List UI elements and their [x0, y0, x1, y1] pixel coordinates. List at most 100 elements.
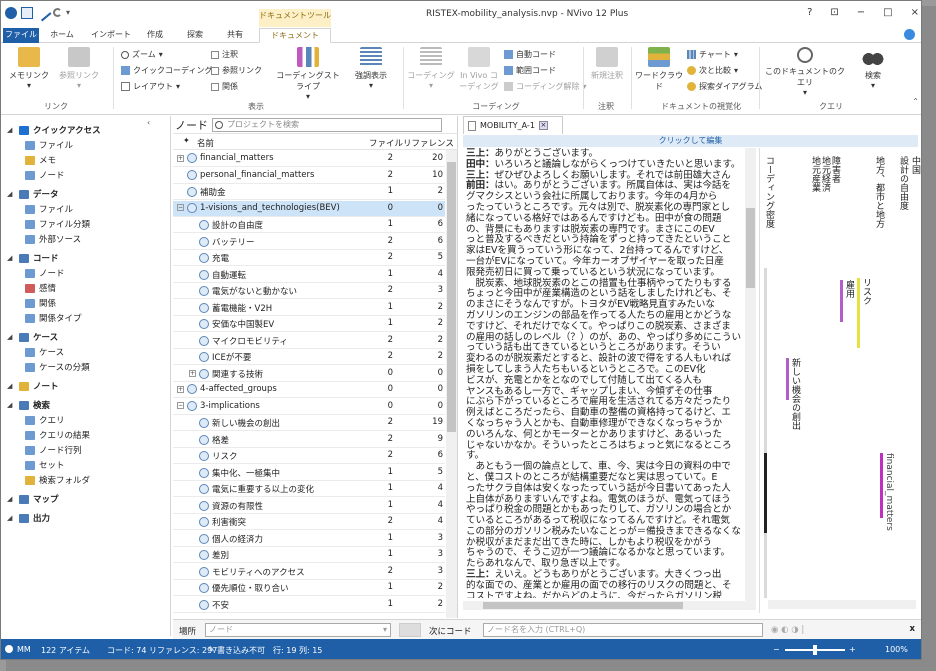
minimize-button[interactable]: −	[857, 7, 865, 18]
collapse-icon[interactable]: −	[177, 402, 184, 409]
nav-item-1[interactable]: ファイル	[25, 139, 73, 151]
nav-item-8[interactable]: ◢ コード	[7, 252, 59, 264]
explore-diagram-button[interactable]: 探索ダイアグラム	[687, 81, 762, 92]
layout-button[interactable]: レイアウト ▾	[121, 81, 180, 92]
nav-item-15[interactable]: ケースの分類	[25, 361, 90, 373]
expand-arrow-icon[interactable]: ◢	[7, 382, 15, 390]
table-row[interactable]: + 関連する技術 0 0	[173, 366, 445, 382]
ribbon-display-button[interactable]: ⊡	[830, 7, 838, 18]
table-row[interactable]: 設計の自由度 1 6	[173, 217, 445, 233]
stripe-label-design-freedom[interactable]: 設計の自由度	[898, 156, 908, 210]
table-row[interactable]: 新しい機会の創出 2 19	[173, 415, 445, 431]
employment-stripe[interactable]	[840, 280, 843, 322]
nav-item-5[interactable]: ファイル	[25, 203, 73, 215]
stripe-label-local-economy[interactable]: 地元経済	[820, 156, 830, 192]
expand-arrow-icon[interactable]: ◢	[7, 126, 15, 134]
stripe-label-density[interactable]: コーディング密度	[764, 156, 774, 228]
financial-stripe[interactable]	[880, 453, 883, 518]
tab-share[interactable]: 共有	[221, 28, 249, 43]
stripe-label-employment[interactable]: 雇用	[844, 280, 854, 298]
table-row[interactable]: 個人の経済力 1 3	[173, 531, 445, 547]
table-row[interactable]: リスク 2 6	[173, 448, 445, 464]
table-row[interactable]: − 3-implications 0 0	[173, 399, 445, 415]
nav-item-18[interactable]: クエリ	[25, 414, 65, 426]
table-row[interactable]: 不安 1 2	[173, 597, 445, 613]
nav-item-10[interactable]: 感情	[25, 282, 56, 294]
expand-arrow-icon[interactable]: ◢	[7, 401, 15, 409]
table-row[interactable]: 電気に重要する以上の変化 1 4	[173, 481, 445, 497]
tab-home[interactable]: ホーム	[47, 28, 77, 43]
highlight-button[interactable]: 強調表示 ▾	[346, 47, 396, 90]
auto-code-button[interactable]: 自動コード	[504, 49, 556, 60]
relation-checkbox[interactable]: 関係	[211, 81, 238, 92]
table-row[interactable]: 自動運転 1 4	[173, 267, 445, 283]
click-to-edit-bar[interactable]: クリックして編集	[463, 135, 918, 147]
stripe-label-risk[interactable]: リスク	[861, 278, 871, 305]
find-close-button[interactable]: x	[910, 624, 915, 634]
nav-item-9[interactable]: ノード	[25, 267, 65, 279]
table-row[interactable]: モビリティへのアクセス 2 3	[173, 564, 445, 580]
code-button[interactable]: コーディング ▾	[407, 47, 455, 90]
document-hscroll-thumb[interactable]	[483, 602, 683, 609]
nav-item-17[interactable]: ◢ 検索	[7, 399, 50, 411]
expand-icon[interactable]: +	[189, 370, 196, 377]
annotation-checkbox[interactable]: 注釈	[211, 49, 238, 60]
table-row[interactable]: personal_financial_matters 2 10	[173, 168, 445, 184]
expand-arrow-icon[interactable]: ◢	[7, 190, 15, 198]
pin-icon[interactable]: ‹	[147, 118, 150, 127]
expand-arrow-icon[interactable]: ◢	[7, 333, 15, 341]
table-row[interactable]: 集中化、一極集中 1 5	[173, 465, 445, 481]
document-tab[interactable]: MOBILITY_A-1 ×	[463, 116, 563, 134]
nav-item-3[interactable]: ノード	[25, 169, 65, 181]
range-code-button[interactable]: 範囲コード	[504, 65, 556, 76]
document-scroll-thumb[interactable]	[746, 208, 755, 288]
nav-item-2[interactable]: メモ	[25, 154, 56, 166]
table-row[interactable]: バッテリー 2 6	[173, 234, 445, 250]
find-search-icon[interactable]	[399, 623, 421, 637]
project-search-input[interactable]: プロジェクトを検索	[212, 117, 442, 132]
nav-item-16[interactable]: ◢ ノート	[7, 380, 59, 392]
memo-link-button[interactable]: メモリンク ▾	[9, 47, 49, 90]
coding-stripes-button[interactable]: コーディングストライプ ▾	[273, 47, 343, 101]
nav-item-13[interactable]: ◢ ケース	[7, 331, 58, 343]
table-row[interactable]: 利害衝突 2 4	[173, 514, 445, 530]
new-annotation-button[interactable]: 新規注釈	[587, 47, 627, 81]
risk-stripe[interactable]	[857, 278, 860, 348]
table-row[interactable]: 差別 1 3	[173, 547, 445, 563]
column-name-header[interactable]: 名前	[197, 137, 214, 149]
nav-item-0[interactable]: ◢ クイックアクセス	[7, 124, 101, 136]
table-row[interactable]: 蓄電機能・V2H 1 2	[173, 300, 445, 316]
column-files-header[interactable]: ファイル	[369, 137, 403, 149]
invivo-button[interactable]: In Vivo コーディング	[459, 47, 499, 92]
query-this-document-button[interactable]: このドキュメントのクエリ ▾	[763, 47, 847, 97]
table-row[interactable]: ICEが不要 2 2	[173, 349, 445, 365]
column-refs-header[interactable]: リファレンス	[403, 137, 454, 149]
customize-qa-icon[interactable]: ▾	[66, 7, 74, 19]
nav-item-4[interactable]: ◢ データ	[7, 188, 59, 200]
document-text[interactable]: 三上：ありがとうございます。 田中：いろいろと議論しながらくっつけていきたいと思い…	[463, 148, 756, 598]
table-row[interactable]: 優先順位・取り合い 1 2	[173, 580, 445, 596]
table-row[interactable]: + financial_matters 2 20	[173, 151, 445, 167]
nav-item-22[interactable]: 検索フォルダ	[25, 474, 90, 486]
nav-item-20[interactable]: ノード行列	[25, 444, 82, 456]
nav-item-6[interactable]: ファイル分類	[25, 218, 90, 230]
help-button[interactable]: ?	[807, 7, 812, 18]
save-icon[interactable]	[21, 7, 33, 19]
zoom-button[interactable]: ズーム ▾	[121, 49, 163, 60]
nav-item-12[interactable]: 関係タイプ	[25, 312, 82, 324]
search-button[interactable]: 検索 ▾	[853, 47, 893, 90]
stripe-label-disabled[interactable]: 障害者	[830, 156, 840, 183]
find-nav-icons[interactable]: ◉ ◐ ◑ |	[771, 625, 804, 635]
tab-explore[interactable]: 探索	[181, 28, 209, 43]
nav-item-19[interactable]: クエリの結果	[25, 429, 90, 441]
new-opportunity-stripe[interactable]	[786, 358, 789, 400]
close-button[interactable]: ×	[911, 7, 919, 18]
zoom-slider-thumb[interactable]	[813, 645, 817, 655]
quick-coding-button[interactable]: クイックコーディング ▾	[121, 65, 219, 76]
list-scrollbar[interactable]	[446, 150, 457, 618]
see-also-link-button[interactable]: 参照リンク ▾	[59, 47, 99, 90]
table-row[interactable]: 格差 2 9	[173, 432, 445, 448]
expand-arrow-icon[interactable]: ◢	[7, 495, 15, 503]
tab-import[interactable]: インポート	[89, 28, 133, 43]
table-row[interactable]: 補助金 1 2	[173, 184, 445, 200]
